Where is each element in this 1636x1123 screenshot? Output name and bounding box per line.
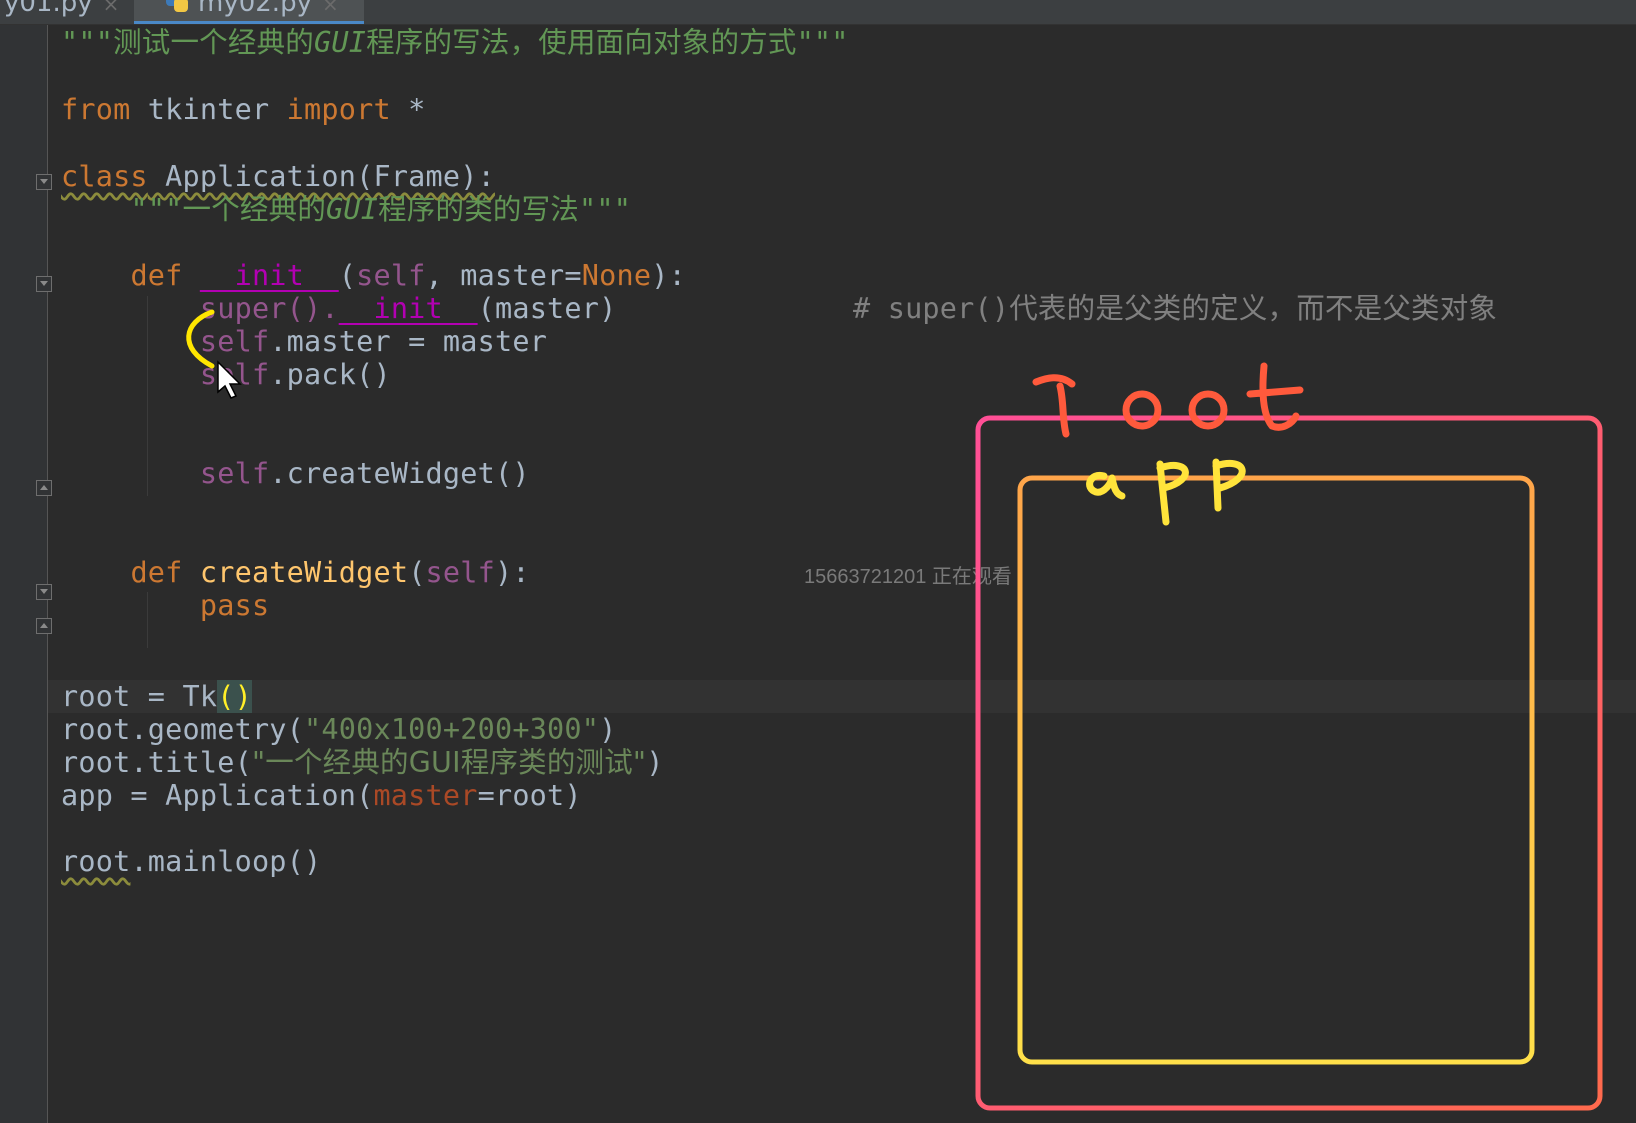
root-handwriting <box>1032 362 1304 438</box>
app-handwriting <box>1086 458 1246 526</box>
app-frame-box <box>1017 475 1535 1065</box>
bracket-annotation <box>186 309 215 369</box>
mouse-cursor-icon <box>217 360 242 399</box>
root-frame-box <box>975 415 1603 1111</box>
annotation-layer <box>186 309 1603 1111</box>
